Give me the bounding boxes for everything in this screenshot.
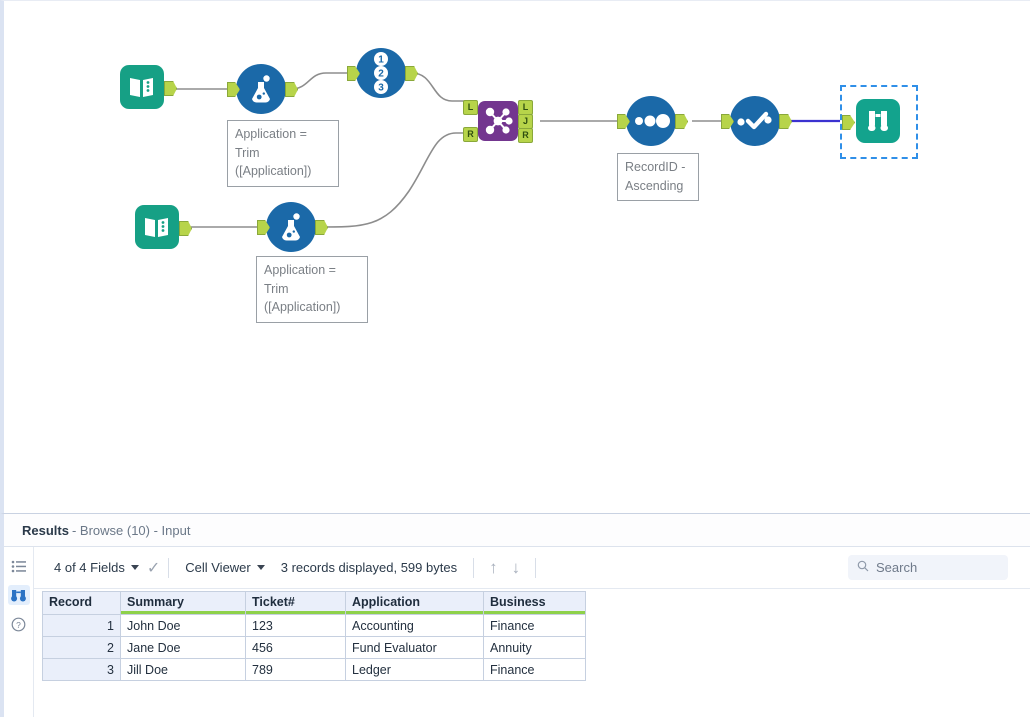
chevron-down-icon[interactable]: [130, 565, 139, 570]
cell-record: 1: [42, 614, 121, 637]
cell-viewer-selector[interactable]: Cell Viewer: [177, 560, 273, 575]
join-output-join-port[interactable]: J: [518, 114, 533, 129]
table-row[interactable]: 2 Jane Doe 456 Fund Evaluator Annuity: [42, 636, 586, 659]
table-header-row: Record Summary Ticket# Application Busin…: [42, 591, 586, 615]
tool-browse-1[interactable]: [842, 99, 900, 143]
column-header-summary[interactable]: Summary: [120, 591, 246, 615]
cell-application: Accounting: [345, 614, 484, 637]
cell-ticket: 123: [245, 614, 346, 637]
tool-select-1[interactable]: [721, 96, 792, 146]
list-icon[interactable]: [8, 556, 30, 576]
column-header-ticket[interactable]: Ticket#: [245, 591, 346, 615]
output-port[interactable]: [315, 220, 328, 235]
cell-business: Annuity: [483, 636, 586, 659]
column-header-record[interactable]: Record: [42, 591, 121, 615]
join-input-right-port[interactable]: R: [463, 127, 478, 142]
cell-record: 3: [42, 658, 121, 681]
cell-record: 2: [42, 636, 121, 659]
cell-ticket: 456: [245, 636, 346, 659]
svg-text:?: ?: [16, 620, 21, 630]
results-side-rail: ?: [4, 547, 34, 717]
flask-icon: [266, 202, 316, 252]
results-grid-area: 4 of 4 Fields ✓ Cell Viewer 3 records di…: [34, 547, 1030, 717]
search-placeholder: Search: [876, 560, 918, 575]
table-row[interactable]: 3 Jill Doe 789 Ledger Finance: [42, 658, 586, 681]
search-input[interactable]: Search: [848, 555, 1008, 580]
cell-business: Finance: [483, 658, 586, 681]
output-port[interactable]: [179, 221, 192, 236]
table-row[interactable]: 1 John Doe 123 Accounting Finance: [42, 614, 586, 637]
fields-label: 4 of 4 Fields: [54, 560, 125, 575]
tool-formula-2[interactable]: [257, 202, 328, 252]
toolbar-divider: [168, 557, 170, 578]
binoculars-icon[interactable]: [7, 585, 30, 605]
binoculars-icon: [856, 99, 900, 143]
cell-ticket: 789: [245, 658, 346, 681]
annotation-sort-1: RecordID - Ascending: [617, 153, 699, 201]
svg-text:3: 3: [378, 83, 384, 94]
join-input-left-port[interactable]: L: [463, 100, 478, 115]
results-body: ? 4 of 4 Fields ✓ Cell Viewer 3 records …: [4, 547, 1030, 717]
book-icon: [120, 65, 164, 109]
toolbar-divider: [535, 557, 537, 578]
cell-summary: Jane Doe: [120, 636, 246, 659]
alteryx-designer-window: Application = Trim ([Application]) 1 2 3…: [0, 0, 1030, 717]
output-port[interactable]: [285, 82, 298, 97]
toolbar-divider: [473, 557, 475, 578]
numbers-123-icon: 1 2 3: [356, 48, 406, 98]
cell-summary: John Doe: [120, 614, 246, 637]
cell-summary: Jill Doe: [120, 658, 246, 681]
svg-text:2: 2: [378, 69, 384, 80]
tool-formula-1[interactable]: [227, 64, 298, 114]
tool-record-id-1[interactable]: 1 2 3: [347, 48, 418, 98]
annotation-formula-2: Application = Trim ([Application]): [256, 256, 368, 323]
help-icon[interactable]: ?: [8, 614, 30, 634]
join-output-left-port[interactable]: L: [518, 100, 533, 115]
three-dots-icon: [626, 96, 676, 146]
tool-join-1[interactable]: L R L J R: [463, 100, 533, 143]
results-table: Record Summary Ticket# Application Busin…: [42, 591, 586, 681]
results-source-label: - Browse (10) - Input: [71, 522, 191, 538]
svg-text:1: 1: [378, 55, 384, 66]
output-port[interactable]: [164, 81, 177, 96]
results-table-wrap[interactable]: Record Summary Ticket# Application Busin…: [34, 589, 1030, 717]
chevron-down-icon[interactable]: [256, 565, 265, 570]
annotation-formula-1: Application = Trim ([Application]): [227, 120, 339, 187]
column-header-application[interactable]: Application: [345, 591, 484, 615]
tool-input-2[interactable]: [135, 205, 192, 249]
tool-sort-1[interactable]: [617, 96, 688, 146]
output-port[interactable]: [405, 66, 418, 81]
cell-application: Fund Evaluator: [345, 636, 484, 659]
results-label: Results: [22, 522, 69, 538]
results-title-bar: Results - Browse (10) - Input: [4, 514, 1030, 547]
cell-viewer-label: Cell Viewer: [185, 560, 251, 575]
record-status-label: 3 records displayed, 599 bytes: [280, 560, 458, 575]
fields-selector[interactable]: 4 of 4 Fields: [46, 560, 147, 575]
join-output-right-port[interactable]: R: [518, 128, 533, 143]
flask-icon: [236, 64, 286, 114]
tool-input-1[interactable]: [120, 65, 177, 109]
book-icon: [135, 205, 179, 249]
workflow-canvas[interactable]: Application = Trim ([Application]) 1 2 3…: [0, 0, 1030, 513]
cell-application: Ledger: [345, 658, 484, 681]
search-icon: [857, 560, 869, 575]
output-port[interactable]: [675, 114, 688, 129]
join-node-icon: [478, 101, 518, 141]
results-panel: Results - Browse (10) - Input ? 4 of 4 F…: [0, 513, 1030, 717]
scroll-down-button[interactable]: ↓: [505, 558, 528, 578]
output-port[interactable]: [779, 114, 792, 129]
scroll-up-button[interactable]: ↑: [482, 558, 505, 578]
column-header-business[interactable]: Business: [483, 591, 586, 615]
apply-check-icon[interactable]: ✓: [147, 558, 160, 578]
results-toolbar: 4 of 4 Fields ✓ Cell Viewer 3 records di…: [34, 547, 1030, 589]
cell-business: Finance: [483, 614, 586, 637]
checkmark-icon: [730, 96, 780, 146]
